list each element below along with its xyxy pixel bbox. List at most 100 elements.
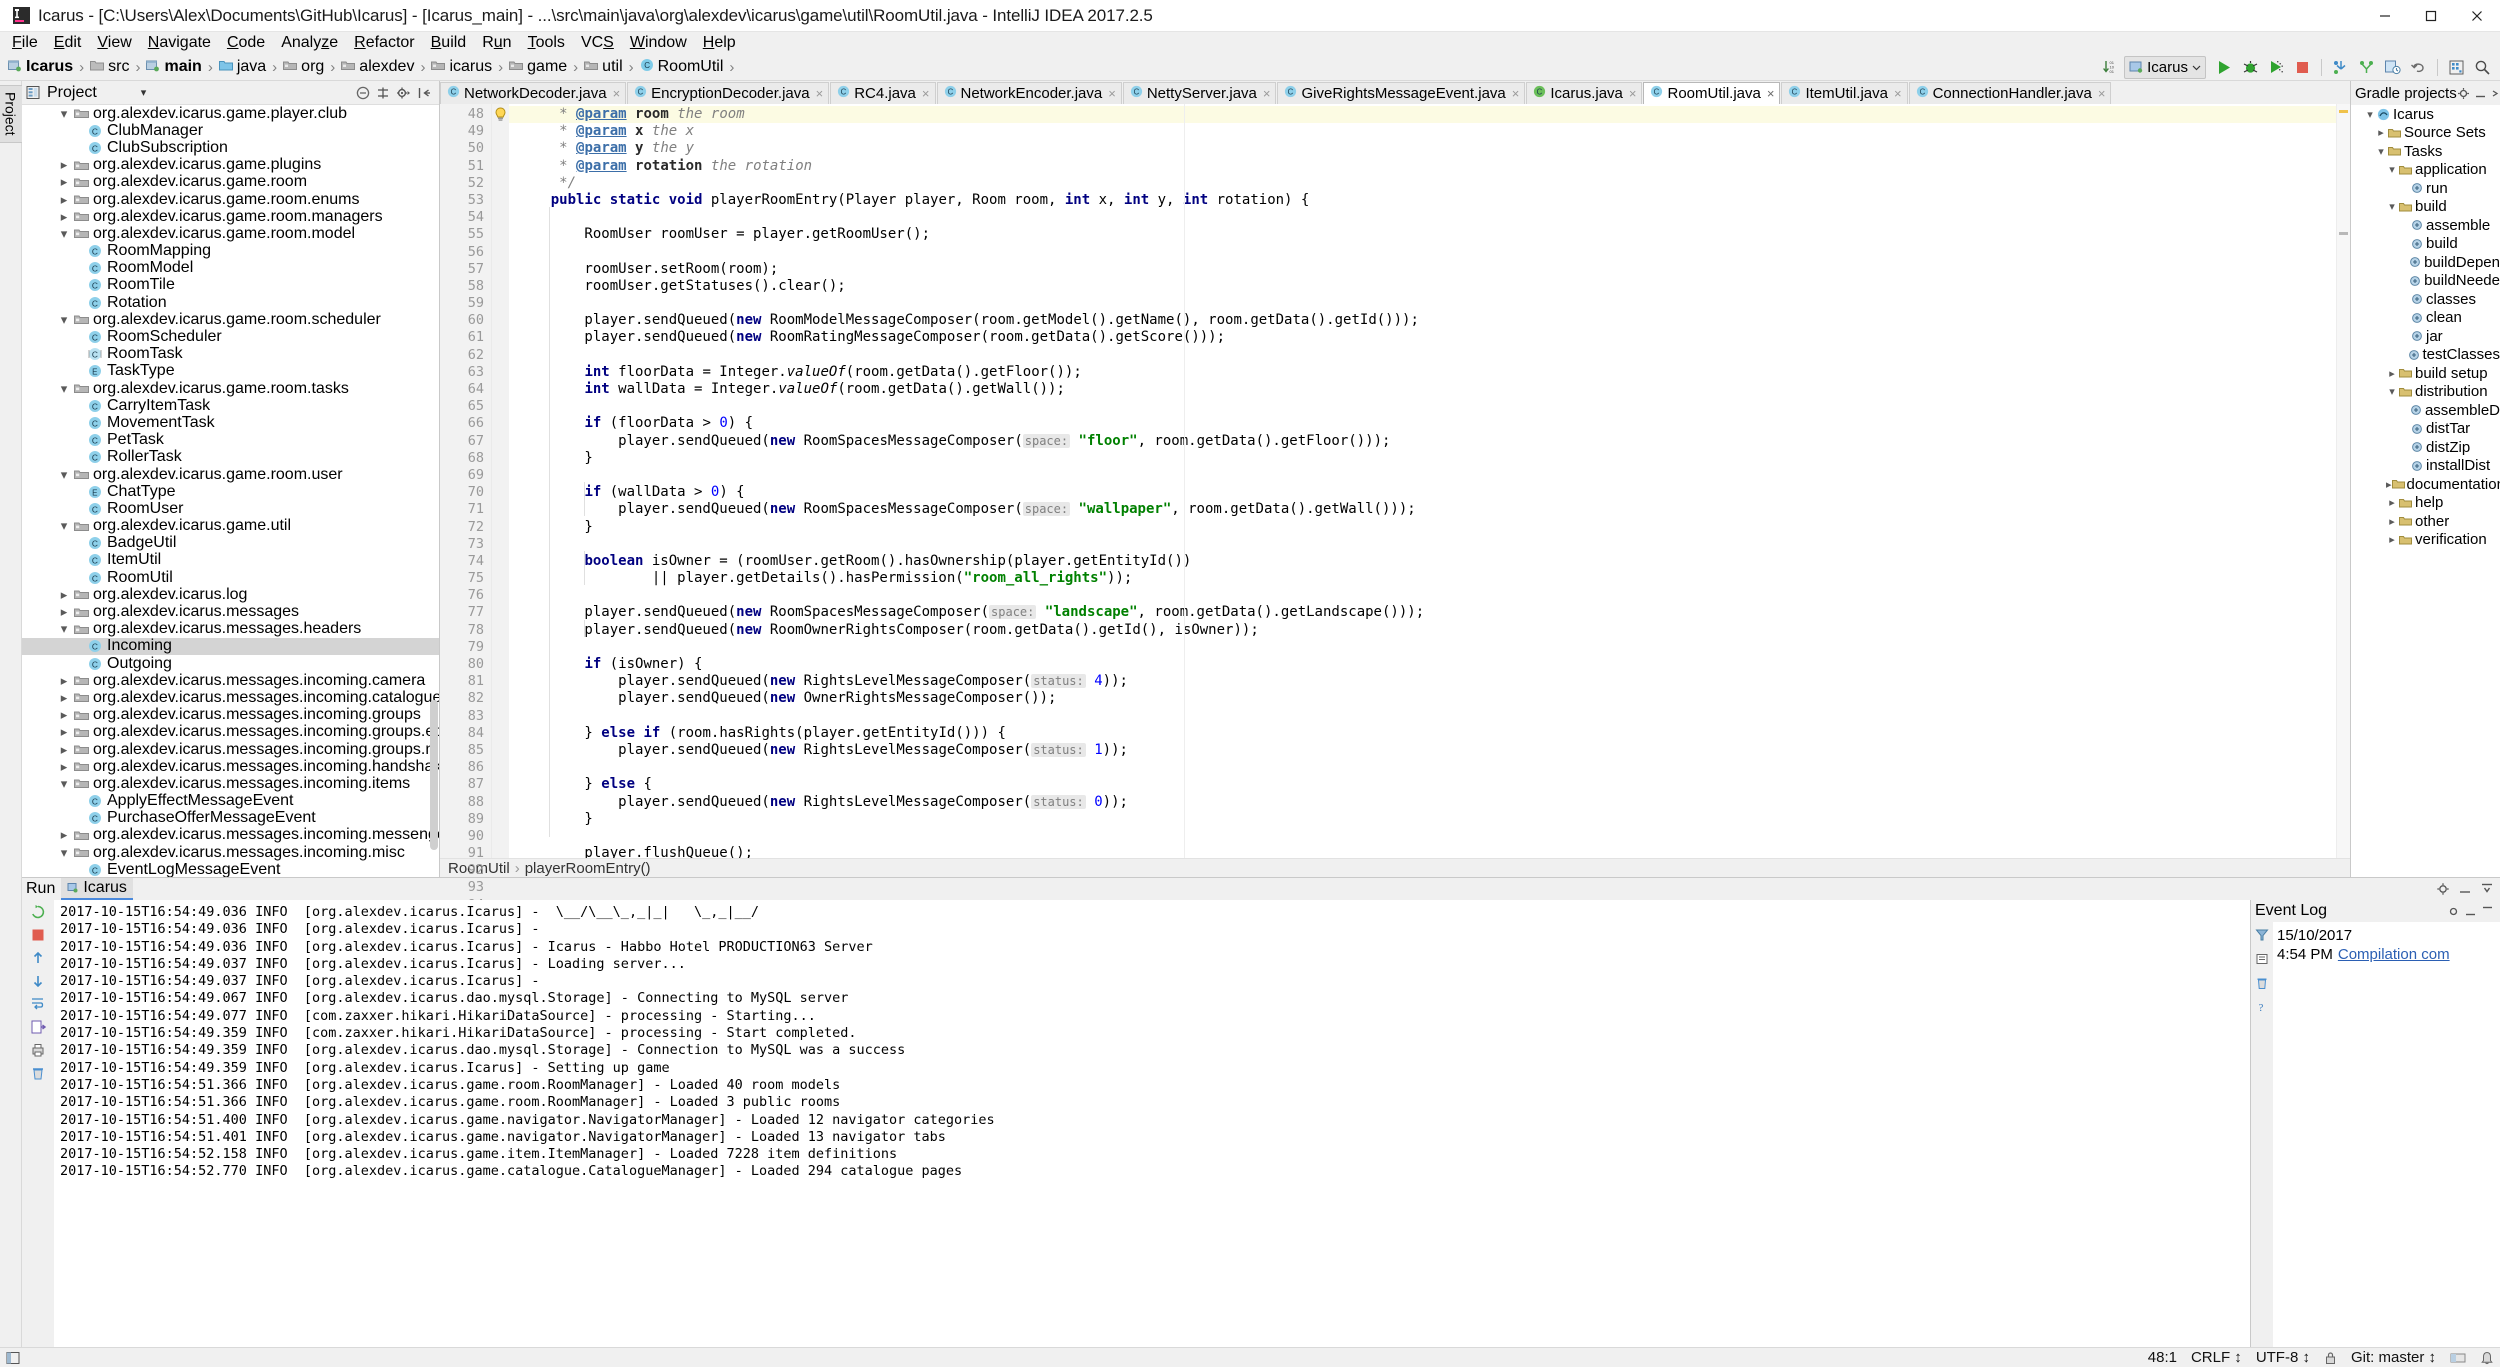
tree-node-file[interactable]: C RoomUser (22, 500, 439, 517)
gradle-tree-node[interactable]: assemble (2351, 216, 2500, 235)
tree-node-package[interactable]: ▸ org.alexdev.icarus.game.plugins (22, 156, 439, 174)
fold-region[interactable] (492, 123, 509, 140)
fold-region[interactable] (492, 536, 509, 553)
fold-region[interactable] (492, 278, 509, 295)
vcs-branch[interactable]: Git: master ↕ (2351, 1349, 2436, 1366)
chevron-down-icon[interactable]: ▾ (2375, 145, 2387, 158)
tree-node-file[interactable]: C Rotation (22, 294, 439, 311)
coverage-icon[interactable] (2265, 56, 2288, 79)
tree-node-file[interactable]: C MovementTask (22, 414, 439, 431)
close-icon[interactable]: × (1263, 86, 1271, 101)
gradle-tree-node[interactable]: classes (2351, 290, 2500, 309)
gear-icon[interactable] (2436, 882, 2450, 896)
memory-icon[interactable] (2450, 1351, 2466, 1365)
tree-node-file[interactable]: C EventLogMessageEvent (22, 861, 439, 877)
editor-tab-roomutil[interactable]: C RoomUtil.java × (1643, 82, 1781, 104)
chevron-down-icon[interactable]: ▾ (56, 518, 72, 534)
tree-node-package[interactable]: ▸ org.alexdev.icarus.messages.incoming.ha… (22, 758, 439, 775)
chevron-right-icon[interactable]: ▸ (56, 724, 72, 740)
breadcrumb-item-game[interactable]: game (505, 56, 569, 78)
error-stripe-markers[interactable] (2336, 104, 2350, 858)
menu-item-navigate[interactable]: Navigate (140, 32, 219, 54)
chevron-down-icon[interactable]: ▾ (56, 106, 72, 122)
scroll-down-icon[interactable] (30, 973, 46, 989)
tree-node-file[interactable]: C ItemUtil (22, 551, 439, 569)
tree-node-file[interactable]: C RoomUtil (22, 569, 439, 586)
help-icon[interactable]: ? (2255, 1000, 2269, 1014)
fold-region[interactable] (492, 553, 509, 570)
notification-icon[interactable] (2480, 1351, 2494, 1365)
hide-icon[interactable] (417, 86, 431, 100)
tree-node-package[interactable]: ▾ org.alexdev.icarus.messages.headers (22, 620, 439, 638)
project-tree[interactable]: ▾ org.alexdev.icarus.game.player.club C Clu… (22, 105, 439, 877)
fold-region[interactable] (492, 862, 509, 879)
tree-node-package[interactable]: ▸ org.alexdev.icarus.messages.incoming.ca… (22, 672, 439, 689)
gear-icon[interactable] (2447, 905, 2460, 918)
tree-node-file[interactable]: C ClubSubscription (22, 139, 439, 156)
tree-node-package[interactable]: ▸ org.alexdev.icarus.game.room.managers (22, 208, 439, 225)
chevron-down-icon[interactable]: ▾ (141, 86, 147, 99)
gradle-tree-node[interactable]: assembleD (2351, 401, 2500, 420)
chevron-right-icon[interactable]: ▸ (56, 827, 72, 843)
close-icon[interactable]: × (2098, 86, 2106, 101)
gradle-tree-node[interactable]: run (2351, 179, 2500, 198)
fold-region[interactable] (492, 329, 509, 346)
code-text-area[interactable]: * @param room the room * @param x the x … (509, 104, 2336, 858)
rerun-icon[interactable] (30, 904, 46, 920)
fold-region[interactable] (492, 759, 509, 776)
tree-node-file[interactable]: C ApplyEffectMessageEvent (22, 792, 439, 810)
search-everywhere-icon[interactable] (2471, 56, 2494, 79)
minimize-icon[interactable] (2464, 905, 2477, 918)
fold-region[interactable] (492, 879, 509, 896)
project-tree-scrollbar[interactable] (430, 700, 438, 850)
maximize-button[interactable] (2408, 0, 2454, 32)
menu-item-file[interactable]: File (4, 32, 46, 54)
event-log-entries[interactable]: 15/10/2017 4:54 PM Compilation com (2273, 922, 2500, 1347)
chevron-right-icon[interactable]: ▸ (56, 673, 72, 689)
tree-node-file[interactable]: C Incoming (22, 637, 439, 655)
fold-region[interactable] (492, 519, 509, 536)
tree-node-package[interactable]: ▸ org.alexdev.icarus.messages (22, 603, 439, 620)
tree-node-file[interactable]: C PurchaseOfferMessageEvent (22, 809, 439, 827)
close-icon[interactable]: × (1512, 86, 1520, 101)
fold-region[interactable] (492, 501, 509, 518)
tree-node-package[interactable]: ▾ org.alexdev.icarus.game.room.tasks (22, 380, 439, 397)
tree-node-file[interactable]: C RoomMapping (22, 242, 439, 260)
tree-node-file[interactable]: C Outgoing (22, 655, 439, 672)
gradle-tree-node[interactable]: build (2351, 235, 2500, 254)
chevron-right-icon[interactable]: ▸ (2375, 126, 2387, 139)
gradle-tree-node[interactable]: ▸ other (2351, 512, 2500, 531)
chevron-down-icon[interactable]: ▾ (56, 381, 72, 397)
fold-region[interactable] (492, 312, 509, 329)
change-marker[interactable] (2339, 232, 2348, 235)
print-icon[interactable] (30, 1042, 46, 1058)
sort-icon[interactable]: 01 10 01 (2098, 56, 2121, 79)
tree-node-package[interactable]: ▸ org.alexdev.icarus.game.room.enums (22, 191, 439, 208)
tree-node-package[interactable]: ▾ org.alexdev.icarus.game.room.scheduler (22, 311, 439, 328)
minimize-icon[interactable] (2458, 882, 2472, 896)
gear-icon[interactable] (396, 86, 411, 100)
fold-region[interactable] (492, 244, 509, 261)
gradle-tree-node[interactable]: distTar (2351, 420, 2500, 439)
fold-region[interactable] (492, 725, 509, 742)
fold-region[interactable] (492, 140, 509, 157)
chevron-down-icon[interactable]: ▾ (2386, 385, 2398, 398)
fold-region[interactable] (492, 673, 509, 690)
chevron-down-icon[interactable]: ▾ (56, 776, 72, 792)
settings-icon[interactable] (2255, 952, 2269, 966)
fold-region[interactable] (492, 467, 509, 484)
chevron-right-icon[interactable]: ▸ (2386, 515, 2398, 528)
tree-node-package[interactable]: ▸ org.alexdev.icarus.messages.incoming.gr… (22, 723, 439, 741)
tree-node-package[interactable]: ▸ org.alexdev.icarus.messages.incoming.gr… (22, 741, 439, 758)
hide-icon[interactable] (2481, 905, 2494, 918)
run-icon[interactable] (2213, 56, 2236, 79)
gradle-tree[interactable]: ▾ Icarus ▸ Source Sets ▾ Tasks ▾ application run… (2351, 105, 2500, 877)
expand-icon[interactable] (376, 86, 390, 100)
fold-region[interactable] (492, 828, 509, 845)
fold-region[interactable] (492, 226, 509, 243)
fold-region[interactable] (492, 381, 509, 398)
breadcrumb-item-util[interactable]: util (580, 56, 624, 78)
menu-item-build[interactable]: Build (423, 32, 475, 54)
tree-node-file[interactable]: C RoomModel (22, 259, 439, 277)
console-output[interactable]: 2017-10-15T16:54:49.036 INFO [org.alexde… (54, 900, 2250, 1347)
